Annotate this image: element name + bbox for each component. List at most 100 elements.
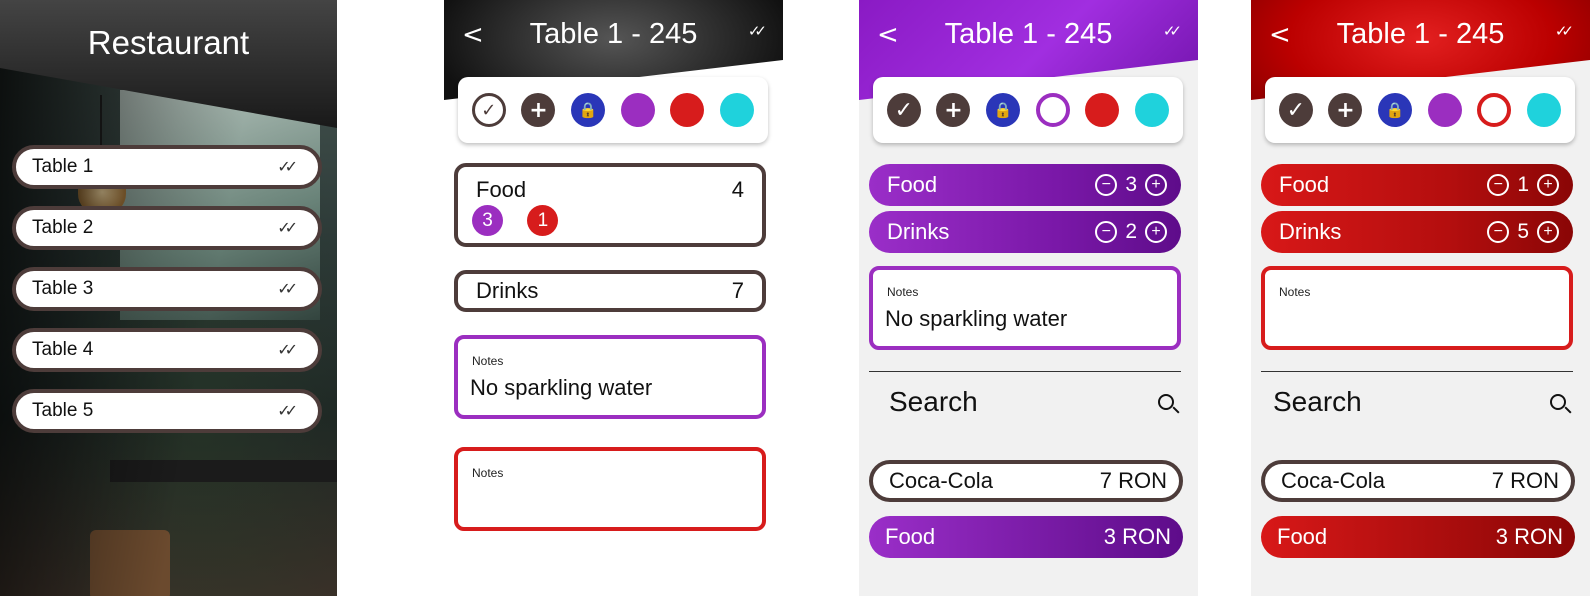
result-name: Coca-Cola <box>889 468 993 493</box>
notes-field-red[interactable]: Notes <box>454 447 766 531</box>
notes-field[interactable]: Notes <box>1261 266 1573 350</box>
red-color-button[interactable] <box>670 93 705 127</box>
table-label: Table 1 <box>32 156 94 177</box>
result-name: Coca-Cola <box>1281 468 1385 493</box>
red-color-button[interactable] <box>1085 93 1120 127</box>
toolbar: ✓ + 🔒 <box>873 77 1183 143</box>
food-card[interactable]: Food 4 3 1 <box>454 163 766 247</box>
table-label: Table 3 <box>32 278 94 299</box>
red-color-button[interactable] <box>1477 93 1512 127</box>
drinks-qty: 2 <box>1125 220 1137 243</box>
plus-icon[interactable]: + <box>521 93 556 127</box>
food-count: 4 <box>731 177 744 202</box>
lock-icon[interactable]: 🔒 <box>1378 93 1413 127</box>
page-title: Table 1 - 245 <box>944 18 1113 50</box>
result-item[interactable]: Food 3 RON <box>869 516 1183 558</box>
notes-field-purple[interactable]: Notes No sparkling water <box>454 335 766 419</box>
purple-color-button[interactable] <box>620 93 655 127</box>
plus-icon[interactable]: + <box>1537 174 1559 196</box>
plus-icon[interactable]: + <box>1145 174 1167 196</box>
order-overview-screen: < Table 1 - 245 ✓✓ ✓ + 🔒 Food 4 3 1 Drink… <box>444 0 783 596</box>
drinks-label: Drinks <box>1279 219 1342 244</box>
red-badge: 1 <box>527 205 559 236</box>
drinks-label: Drinks <box>887 219 950 244</box>
double-check-icon: ✓✓ <box>277 403 298 420</box>
double-check-icon: ✓✓ <box>277 220 298 237</box>
double-check-icon: ✓✓ <box>277 281 298 298</box>
notes-label: Notes <box>1279 285 1311 299</box>
result-price: 3 RON <box>1495 524 1563 549</box>
drinks-card[interactable]: Drinks 7 <box>454 270 766 312</box>
food-category[interactable]: Food − 3 + <box>869 164 1181 206</box>
food-label: Food <box>1279 172 1330 197</box>
double-check-icon[interactable]: ✓✓ <box>1555 22 1574 40</box>
restaurant-screen: Restaurant Table 1 ✓✓ Table 2 ✓✓ Table 3 ✓✓… <box>0 0 337 596</box>
notes-field[interactable]: Notes No sparkling water <box>869 266 1181 350</box>
purple-color-button[interactable] <box>1035 93 1070 127</box>
food-label: Food <box>887 172 938 197</box>
double-check-icon[interactable]: ✓✓ <box>1163 22 1182 40</box>
result-price: 7 RON <box>1099 468 1167 493</box>
minus-icon[interactable]: − <box>1095 221 1118 243</box>
drinks-qty: 5 <box>1517 220 1529 243</box>
table-item-1[interactable]: Table 1 ✓✓ <box>12 145 322 189</box>
toolbar: ✓ + 🔒 <box>458 77 768 143</box>
divider <box>869 371 1181 372</box>
notes-value: No sparkling water <box>885 306 1068 331</box>
search-label[interactable]: Search <box>1273 386 1362 418</box>
notes-value: No sparkling water <box>470 375 653 400</box>
drinks-category[interactable]: Drinks − 2 + <box>869 211 1181 253</box>
table-item-4[interactable]: Table 4 ✓✓ <box>12 328 322 372</box>
plus-icon[interactable]: + <box>1328 93 1363 127</box>
red-order-screen: < Table 1 - 245 ✓✓ ✓ + 🔒 Food − 1 + Drin… <box>1251 0 1590 596</box>
minus-icon[interactable]: − <box>1095 174 1118 196</box>
search-label[interactable]: Search <box>889 386 978 418</box>
plus-icon[interactable]: + <box>1145 221 1167 243</box>
result-price: 3 RON <box>1103 524 1171 549</box>
toolbar: ✓ + 🔒 <box>1265 77 1575 143</box>
page-title: Table 1 - 245 <box>1336 18 1505 50</box>
purple-badge: 3 <box>472 205 503 236</box>
table-item-5[interactable]: Table 5 ✓✓ <box>12 389 322 433</box>
double-check-icon: ✓✓ <box>277 159 298 176</box>
notes-label: Notes <box>472 354 504 368</box>
minus-icon[interactable]: − <box>1487 221 1510 243</box>
food-label: Food <box>476 177 527 202</box>
cyan-color-button[interactable] <box>1527 93 1562 127</box>
table-label: Table 2 <box>32 217 94 238</box>
check-icon[interactable]: ✓ <box>1278 93 1313 127</box>
app-title: Restaurant <box>87 24 250 61</box>
table-item-2[interactable]: Table 2 ✓✓ <box>12 206 322 250</box>
result-name: Food <box>885 524 936 549</box>
drinks-count: 7 <box>731 278 744 303</box>
check-icon[interactable]: ✓ <box>886 93 921 127</box>
minus-icon[interactable]: − <box>1487 174 1510 196</box>
food-qty: 1 <box>1517 173 1529 196</box>
check-icon[interactable]: ✓ <box>471 93 506 127</box>
cyan-color-button[interactable] <box>1135 93 1170 127</box>
result-item[interactable]: Food 3 RON <box>1261 516 1575 558</box>
notes-label: Notes <box>887 285 919 299</box>
purple-color-button[interactable] <box>1427 93 1462 127</box>
result-item[interactable]: Coca-Cola 7 RON <box>1261 460 1575 502</box>
double-check-icon: ✓✓ <box>277 342 298 359</box>
table-label: Table 4 <box>32 339 94 360</box>
drinks-category[interactable]: Drinks − 5 + <box>1261 211 1573 253</box>
result-name: Food <box>1277 524 1328 549</box>
table-list: Table 1 ✓✓ Table 2 ✓✓ Table 3 ✓✓ Table 4 ✓✓ … <box>12 145 322 450</box>
search-icon[interactable] <box>1158 394 1174 410</box>
food-qty: 3 <box>1125 173 1137 196</box>
divider <box>1261 371 1573 372</box>
result-item[interactable]: Coca-Cola 7 RON <box>869 460 1183 502</box>
notes-label: Notes <box>472 466 504 480</box>
plus-icon[interactable]: + <box>936 93 971 127</box>
result-price: 7 RON <box>1491 468 1559 493</box>
plus-icon[interactable]: + <box>1537 221 1559 243</box>
food-category[interactable]: Food − 1 + <box>1261 164 1573 206</box>
table-item-3[interactable]: Table 3 ✓✓ <box>12 267 322 311</box>
lock-icon[interactable]: 🔒 <box>986 93 1021 127</box>
cyan-color-button[interactable] <box>720 93 755 127</box>
double-check-icon[interactable]: ✓✓ <box>748 22 767 40</box>
lock-icon[interactable]: 🔒 <box>571 93 606 127</box>
search-icon[interactable] <box>1550 394 1566 410</box>
